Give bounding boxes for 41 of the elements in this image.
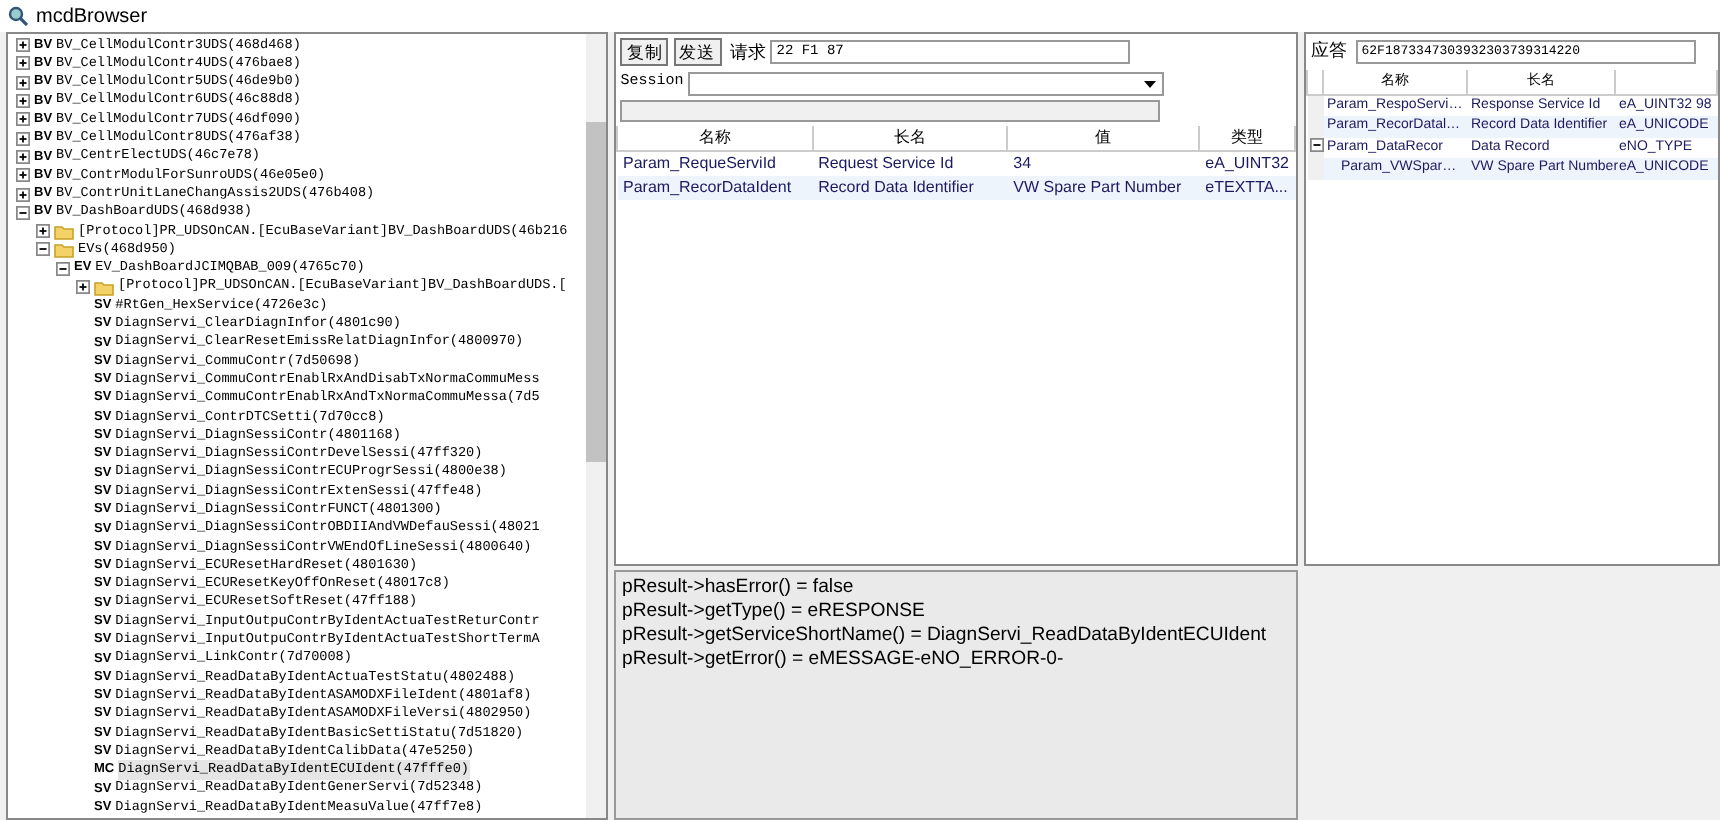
- dropdown-arrow-icon: [1142, 75, 1159, 91]
- expand-icon[interactable]: [16, 38, 30, 53]
- folder-icon: [94, 279, 114, 295]
- table-cell: Request Service Id: [812, 151, 1008, 176]
- table-cell: Record Data Identifier: [812, 176, 1008, 200]
- log-line: pResult->getError() = eMESSAGE-eNO_ERROR-0-: [622, 648, 1066, 672]
- table-cell: eTEXTTA...: [1199, 176, 1295, 200]
- window-title: mcdBrowser: [36, 3, 148, 31]
- collapse-icon[interactable]: [16, 205, 30, 220]
- expand-icon[interactable]: [16, 149, 30, 164]
- expand-icon[interactable]: [16, 168, 30, 183]
- table-cell: VW Spare Part Number: [1007, 176, 1200, 200]
- expand-icon[interactable]: [16, 56, 30, 71]
- table-cell: Param_RecorDataIdent: [617, 176, 813, 200]
- column-header[interactable]: 长名: [812, 126, 1008, 151]
- expand-icon[interactable]: [16, 187, 30, 202]
- expand-icon[interactable]: [76, 280, 90, 294]
- table-cell: 34: [1007, 151, 1200, 176]
- log-line: pResult->getServiceShortName() = DiagnServi_ReadDataByIdentECUIdent: [622, 624, 1269, 648]
- toolbar-button[interactable]: 复制: [620, 38, 669, 67]
- table-cell: eA_UINT32: [1199, 151, 1295, 176]
- expand-icon[interactable]: [16, 94, 30, 109]
- expand-icon[interactable]: [16, 75, 30, 90]
- expand-icon[interactable]: [36, 224, 50, 239]
- session-dropdown[interactable]: [688, 71, 1165, 95]
- column-header[interactable]: 值: [1007, 126, 1200, 151]
- expand-icon[interactable]: [16, 131, 30, 146]
- log-line: pResult->getType() = eRESPONSE: [622, 600, 927, 624]
- search-icon: [8, 6, 28, 26]
- response-label: 应答: [1310, 38, 1347, 65]
- toolbar-button[interactable]: 发送: [673, 38, 721, 67]
- request-label: 请求: [730, 39, 766, 65]
- scrollbar[interactable]: [586, 34, 606, 818]
- table-cell: Param_RequeServiId: [617, 151, 813, 176]
- collapse-icon[interactable]: [1309, 138, 1323, 153]
- column-header[interactable]: 类型: [1199, 126, 1295, 151]
- expand-icon[interactable]: [16, 112, 30, 127]
- collapse-icon[interactable]: [36, 242, 50, 257]
- log-line: pResult->hasError() = false: [622, 576, 856, 600]
- column-header[interactable]: 名称: [617, 126, 813, 151]
- collapse-icon[interactable]: [56, 261, 70, 276]
